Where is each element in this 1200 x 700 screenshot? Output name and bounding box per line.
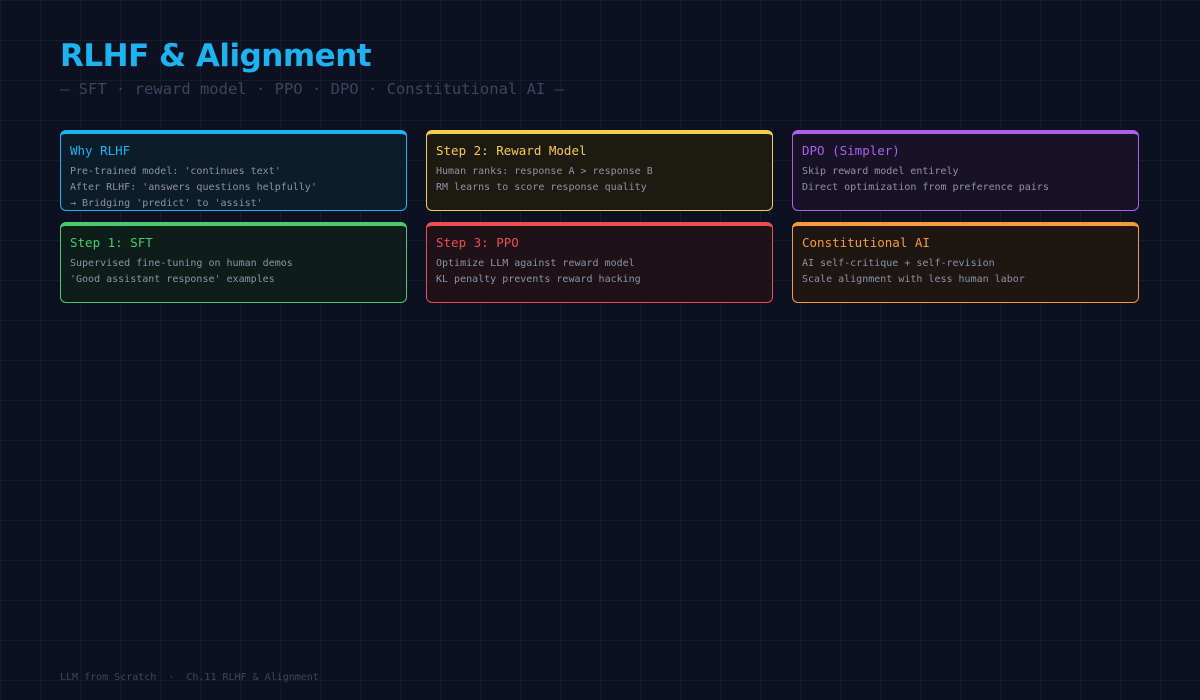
card-dpo: DPO (Simpler) Skip reward model entirely… xyxy=(792,130,1139,211)
footer-chapter: Ch.11 RLHF & Alignment xyxy=(186,672,319,683)
card-line: Pre-trained model: 'continues text' xyxy=(70,166,281,177)
card-line: RM learns to score response quality xyxy=(436,182,647,193)
card-reward-model: Step 2: Reward Model Human ranks: respon… xyxy=(426,130,773,211)
card-line: Scale alignment with less human labor xyxy=(802,274,1025,285)
footer: LLM from Scratch · Ch.11 RLHF & Alignment xyxy=(60,671,319,684)
card-title: Why RLHF xyxy=(70,143,131,158)
card-title: Constitutional AI xyxy=(802,235,930,250)
card-line: After RLHF: 'answers questions helpfully… xyxy=(70,182,317,193)
card-line: Supervised fine-tuning on human demos xyxy=(70,258,293,269)
card-title: DPO (Simpler) xyxy=(802,143,900,158)
footer-separator: · xyxy=(168,672,175,683)
footer-book: LLM from Scratch xyxy=(60,672,157,683)
card-line: KL penalty prevents reward hacking xyxy=(436,274,641,285)
card-line: → Bridging 'predict' to 'assist' xyxy=(70,198,263,209)
card-ppo: Step 3: PPO Optimize LLM against reward … xyxy=(426,222,773,303)
card-line: AI self-critique + self-revision xyxy=(802,258,995,269)
card-line: 'Good assistant response' examples xyxy=(70,274,275,285)
card-line: Direct optimization from preference pair… xyxy=(802,182,1049,193)
card-title: Step 1: SFT xyxy=(70,235,153,250)
card-title: Step 2: Reward Model xyxy=(436,143,587,158)
card-title: Step 3: PPO xyxy=(436,235,519,250)
page-subtitle: — SFT · reward model · PPO · DPO · Const… xyxy=(60,80,564,98)
card-sft: Step 1: SFT Supervised fine-tuning on hu… xyxy=(60,222,407,303)
card-constitutional-ai: Constitutional AI AI self-critique + sel… xyxy=(792,222,1139,303)
card-line: Skip reward model entirely xyxy=(802,166,959,177)
card-why-rlhf: Why RLHF Pre-trained model: 'continues t… xyxy=(60,130,407,211)
card-grid: Why RLHF Pre-trained model: 'continues t… xyxy=(60,130,1139,303)
card-line: Optimize LLM against reward model xyxy=(436,258,635,269)
page-title: RLHF & Alignment xyxy=(60,38,372,74)
card-line: Human ranks: response A > response B xyxy=(436,166,653,177)
